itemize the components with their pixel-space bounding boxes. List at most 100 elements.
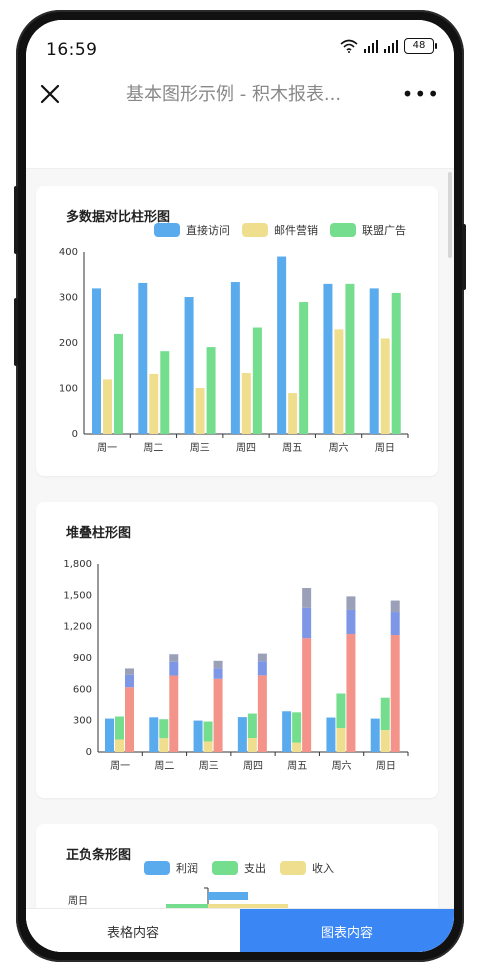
- bar-直接访问: [138, 282, 148, 434]
- x-tick-label: 周六: [329, 442, 349, 454]
- bar-联盟广告: [345, 283, 355, 434]
- y-tick-label: 1,800: [63, 559, 92, 570]
- stacked-bar-segment: [237, 717, 247, 752]
- x-tick-label: 周六: [332, 760, 352, 772]
- y-tick-label: 200: [59, 338, 78, 349]
- bar-直接访问: [369, 288, 379, 434]
- bar-邮件营销: [334, 329, 344, 434]
- stacked-bar-segment: [203, 721, 213, 742]
- tab-table-content[interactable]: 表格内容: [26, 909, 240, 952]
- stacked-bar-segment: [302, 638, 312, 752]
- volume-button: [14, 186, 18, 254]
- bar-邮件营销: [288, 393, 298, 434]
- chart-scroll-area[interactable]: 多数据对比柱形图 直接访问 邮件营销 联盟广告 0 100 200 300 400 周一周…: [26, 168, 454, 934]
- x-tick-label: 周一: [110, 760, 130, 772]
- bar-直接访问: [277, 256, 287, 434]
- bottom-tab-bar: 表格内容 图表内容: [26, 908, 454, 952]
- power-button: [462, 224, 466, 290]
- bar-直接访问: [184, 297, 194, 434]
- stacked-bar-segment: [336, 727, 346, 752]
- bar-联盟广告: [206, 347, 216, 434]
- x-tick-label: 周五: [287, 760, 307, 772]
- y-tick-label: 100: [59, 384, 78, 395]
- status-icons: 48: [340, 38, 437, 54]
- y-tick-label: 600: [73, 684, 92, 695]
- stacked-bar-segment: [380, 697, 390, 731]
- stacked-bar-segment: [346, 596, 356, 610]
- y-tick-label: 300: [73, 716, 92, 727]
- x-tick-label: 周三: [199, 760, 219, 772]
- y-tick-label: 1,500: [63, 590, 92, 601]
- x-tick-label: 周二: [154, 760, 174, 772]
- stacked-bar-segment: [247, 738, 257, 752]
- stacked-bar-segment: [292, 742, 302, 752]
- bar-联盟广告: [114, 333, 123, 434]
- stacked-bar-segment: [282, 711, 292, 752]
- stacked-bar-segment: [125, 687, 134, 752]
- y-tick-label: 1,200: [63, 622, 92, 633]
- stacked-bar-segment: [213, 660, 223, 669]
- stacked-bar-segment: [390, 600, 400, 613]
- x-tick-label: 周日: [375, 442, 395, 454]
- stacked-bar-segment: [380, 730, 390, 752]
- stacked-bar-segment: [193, 720, 203, 752]
- stacked-bar-segment: [125, 668, 134, 675]
- y-tick-label: 300: [59, 293, 78, 304]
- bar-直接访问: [230, 282, 240, 434]
- x-tick-label: 周一: [97, 442, 117, 454]
- stacked-bar-segment: [159, 719, 169, 739]
- more-menu-button[interactable]: •••: [402, 82, 440, 106]
- stacked-bar-segment: [370, 718, 380, 752]
- status-bar: 16:59 48: [26, 20, 454, 66]
- scrollbar-thumb[interactable]: [448, 172, 452, 258]
- stacked-bar-segment: [257, 675, 267, 752]
- stacked-bar-segment: [105, 718, 114, 752]
- y-tick-label: 900: [73, 653, 92, 664]
- side-button: [14, 298, 18, 366]
- bar-直接访问: [323, 283, 333, 434]
- bar-邮件营销: [149, 373, 159, 434]
- stacked-bar-segment: [336, 693, 346, 728]
- x-tick-label: 周四: [243, 760, 263, 772]
- stacked-bar-segment: [169, 654, 179, 662]
- bar-邮件营销: [195, 388, 205, 434]
- bar-联盟广告: [252, 327, 262, 434]
- tab-chart-content[interactable]: 图表内容: [240, 909, 454, 952]
- bar-邮件营销: [241, 373, 251, 434]
- close-icon[interactable]: [38, 82, 62, 106]
- stacked-bar-segment: [346, 609, 356, 634]
- stacked-bar-segment: [302, 588, 312, 608]
- stacked-bar-segment: [302, 607, 312, 639]
- stacked-bar-segment: [159, 738, 169, 752]
- chart-grouped-bar: 0 100 200 300 400 周一 周二 周三 周四 周五 周六 周日: [59, 247, 409, 454]
- stacked-bar-segment: [213, 668, 223, 679]
- stacked-bar-segment: [326, 717, 336, 752]
- nav-bar: 基本图形示例 - 积木报表... •••: [26, 66, 454, 122]
- stacked-bar-segment: [292, 712, 302, 743]
- stacked-bar-segment: [390, 612, 400, 636]
- x-tick-label: 周五: [282, 442, 302, 454]
- y-tick-label: 0: [86, 747, 92, 758]
- bar-邮件营销: [103, 379, 112, 434]
- bar-联盟广告: [160, 351, 170, 434]
- signal-icon: [364, 39, 378, 53]
- y-category-label: 周日: [68, 895, 88, 907]
- battery-icon: 48: [404, 38, 437, 54]
- stacked-bar-segment: [346, 633, 356, 752]
- signal-icon-2: [384, 39, 398, 53]
- stacked-bar-segment: [257, 661, 267, 676]
- wifi-icon: [340, 39, 358, 53]
- card-grouped-bar: 多数据对比柱形图 直接访问 邮件营销 联盟广告 0 100 200 300 400 周一周…: [36, 186, 438, 476]
- bar-profit: [208, 892, 248, 900]
- header-spacer: [26, 122, 454, 169]
- x-tick-label: 周二: [143, 442, 163, 454]
- stacked-bar-segment: [247, 713, 257, 739]
- stacked-bar-segment: [125, 674, 134, 688]
- bar-邮件营销: [380, 338, 390, 434]
- bar-联盟广告: [391, 292, 401, 434]
- chart-stacked-bar: 0 300 600 900 1,200 1,500 1,800 周一 周二 周三 周四 周五 周六 周日: [63, 559, 409, 772]
- page-title: 基本图形示例 - 积木报表...: [126, 84, 342, 105]
- y-tick-label: 400: [59, 247, 78, 258]
- x-tick-label: 周三: [190, 442, 210, 454]
- x-tick-label: 周四: [236, 442, 256, 454]
